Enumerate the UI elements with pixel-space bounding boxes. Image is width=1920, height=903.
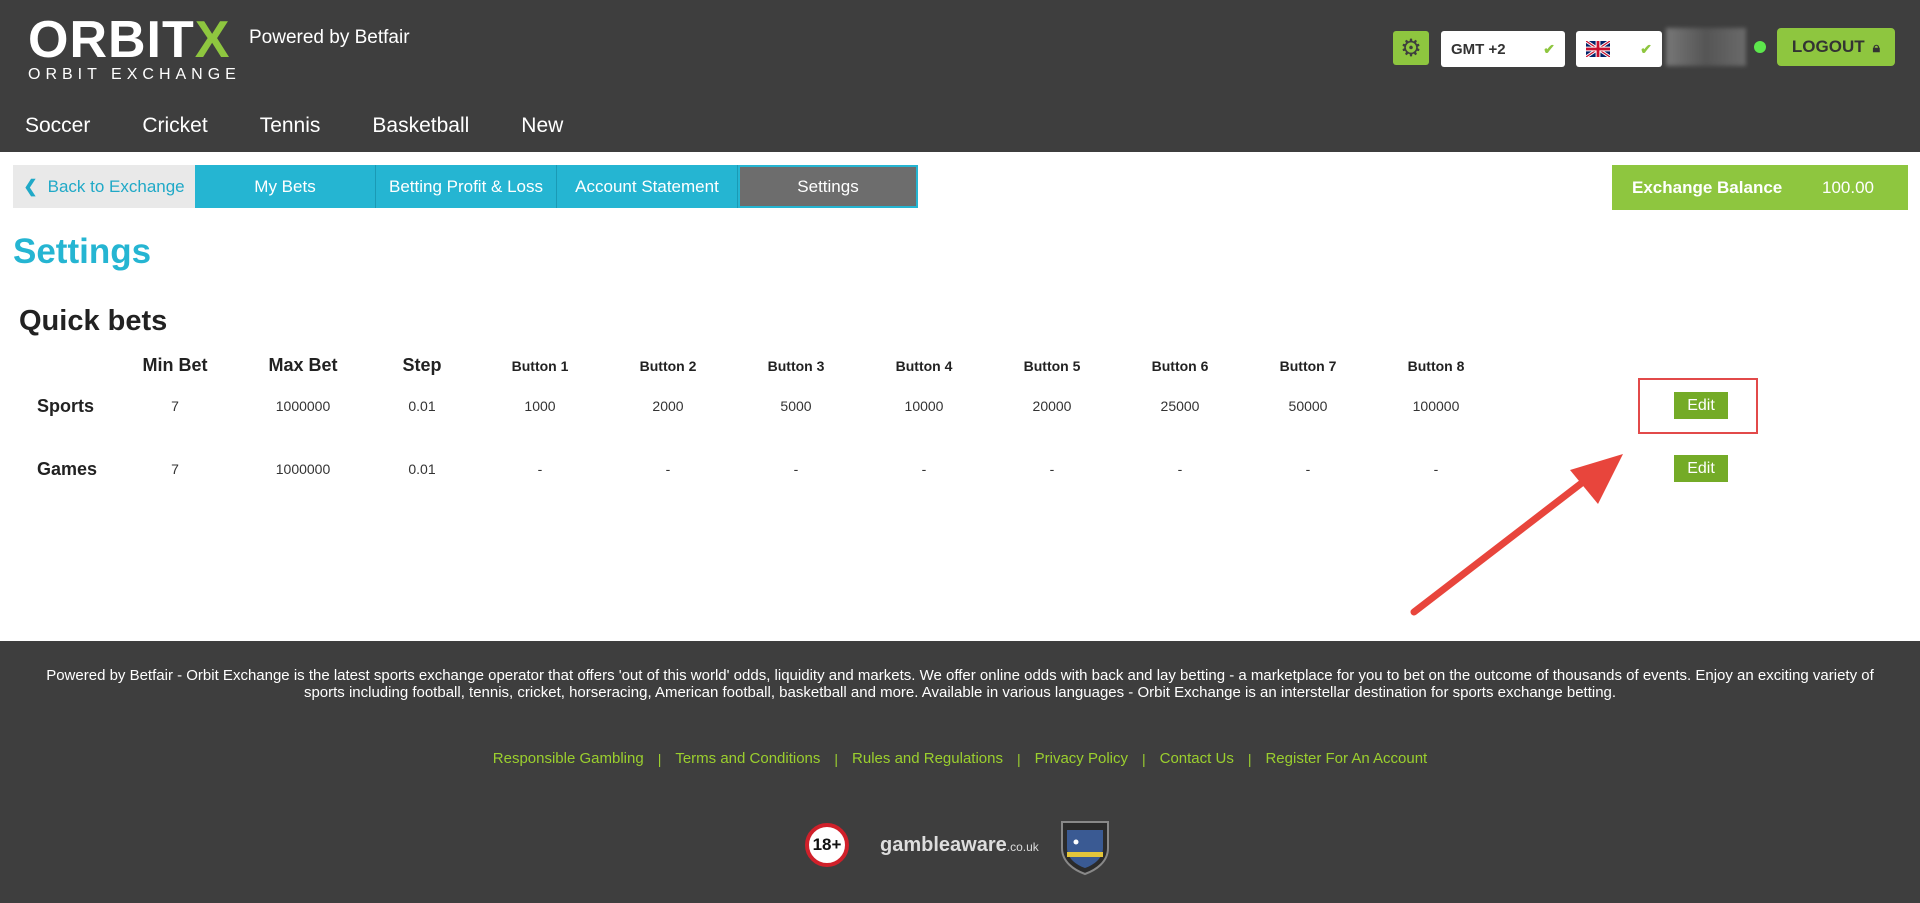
logout-button[interactable]: LOGOUT 🔒︎ xyxy=(1777,28,1895,66)
row-label-games: Games xyxy=(37,459,98,479)
online-status-dot xyxy=(1754,41,1766,53)
orbitx-logo[interactable]: ORBITX ORBIT EXCHANGE Powered by Betfair xyxy=(28,14,410,85)
table-cell: 7 xyxy=(171,398,179,414)
col-header-step: Step xyxy=(402,355,442,375)
table-cell: - xyxy=(921,461,927,477)
col-header-button-5: Button 5 xyxy=(1023,358,1081,374)
table-cell: 1000 xyxy=(524,398,556,414)
col-header-button-4: Button 4 xyxy=(895,358,953,374)
col-header-min-bet: Min Bet xyxy=(142,355,208,375)
gambleaware-logo[interactable]: gambleaware.co.uk xyxy=(880,834,1039,857)
col-header-button-8: Button 8 xyxy=(1407,358,1465,374)
footer-link-register[interactable]: Register For An Account xyxy=(1265,750,1427,767)
table-cell: - xyxy=(537,461,543,477)
nav-item-basketball[interactable]: Basketball xyxy=(346,108,495,144)
footer-links: Responsible Gambling | Terms and Conditi… xyxy=(0,750,1920,767)
sports-nav: Soccer Cricket Tennis Basketball New xyxy=(0,108,589,144)
table-cell: 20000 xyxy=(1032,398,1072,414)
highlight-box xyxy=(1638,378,1758,434)
nav-item-new[interactable]: New xyxy=(495,108,589,144)
balance-value: 100.00 xyxy=(1822,177,1874,197)
footer-text: Powered by Betfair - Orbit Exchange is t… xyxy=(46,667,1874,701)
age-18-badge-icon: 18+ xyxy=(805,823,849,867)
section-title: Quick bets xyxy=(19,305,168,337)
tab-my-bets[interactable]: My Bets xyxy=(195,165,376,208)
separator: | xyxy=(1247,750,1252,767)
powered-by: Powered by Betfair xyxy=(249,27,410,48)
edit-games-button[interactable]: Edit xyxy=(1674,455,1728,482)
header: ORBITX ORBIT EXCHANGE Powered by Betfair… xyxy=(0,0,1920,152)
back-label: Back to Exchange xyxy=(47,176,185,196)
tab-settings[interactable]: Settings xyxy=(738,165,918,208)
tab-betting-profit-loss[interactable]: Betting Profit & Loss xyxy=(376,165,557,208)
footer-link-rules[interactable]: Rules and Regulations xyxy=(852,750,1003,767)
logout-label: LOGOUT xyxy=(1791,37,1865,56)
separator: | xyxy=(657,750,662,767)
account-tabs: ❮ Back to Exchange My Bets Betting Profi… xyxy=(13,165,918,208)
table-cell: 1000000 xyxy=(275,398,331,414)
col-header-button-7: Button 7 xyxy=(1279,358,1337,374)
footer: Powered by Betfair - Orbit Exchange is t… xyxy=(0,641,1920,903)
logo-main: ORBIT xyxy=(28,11,195,69)
footer-link-contact[interactable]: Contact Us xyxy=(1160,750,1234,767)
logo-x: X xyxy=(194,11,231,69)
tab-account-statement[interactable]: Account Statement xyxy=(557,165,738,208)
nav-item-soccer[interactable]: Soccer xyxy=(0,108,116,144)
table-cell: 2000 xyxy=(652,398,684,414)
col-header-max-bet: Max Bet xyxy=(268,355,338,375)
language-select[interactable]: ✔ xyxy=(1576,31,1662,67)
gambleaware-tld: .co.uk xyxy=(1006,840,1039,854)
row-label-sports: Sports xyxy=(37,396,95,416)
col-header-button-3: Button 3 xyxy=(767,358,825,374)
table-cell: 10000 xyxy=(904,398,944,414)
timezone-value: GMT +2 xyxy=(1451,40,1506,58)
col-header-button-1: Button 1 xyxy=(511,358,569,374)
table-cell: - xyxy=(1305,461,1311,477)
back-to-exchange-button[interactable]: ❮ Back to Exchange xyxy=(13,165,195,208)
footer-link-privacy[interactable]: Privacy Policy xyxy=(1035,750,1128,767)
separator: | xyxy=(1016,750,1021,767)
table-cell: - xyxy=(1049,461,1055,477)
uk-flag-icon xyxy=(1586,41,1610,57)
chevron-down-icon: ✔ xyxy=(1640,40,1652,57)
annotation-arrow xyxy=(1410,454,1623,616)
table-cell: 100000 xyxy=(1412,398,1460,414)
separator: | xyxy=(834,750,839,767)
col-header-button-6: Button 6 xyxy=(1151,358,1209,374)
lock-icon: 🔒︎ xyxy=(1872,38,1881,55)
footer-link-terms[interactable]: Terms and Conditions xyxy=(675,750,820,767)
exchange-balance: Exchange Balance 100.00 xyxy=(1612,165,1908,210)
page-title: Settings xyxy=(13,232,152,271)
balance-label: Exchange Balance xyxy=(1632,177,1783,197)
chevron-down-icon: ✔ xyxy=(1543,40,1555,57)
table-cell: 0.01 xyxy=(408,398,436,414)
timezone-select[interactable]: GMT +2 ✔ xyxy=(1441,31,1565,67)
settings-gear-icon[interactable]: ⚙ xyxy=(1393,31,1429,65)
table-cell: 0.01 xyxy=(408,461,436,477)
table-cell: 50000 xyxy=(1288,398,1328,414)
nav-item-tennis[interactable]: Tennis xyxy=(234,108,347,144)
username-redacted xyxy=(1666,28,1746,66)
table-cell: - xyxy=(1177,461,1183,477)
table-cell: 5000 xyxy=(780,398,812,414)
nav-item-cricket[interactable]: Cricket xyxy=(116,108,233,144)
curacao-gaming-shield-icon[interactable] xyxy=(1058,818,1112,876)
table-cell: 25000 xyxy=(1160,398,1200,414)
separator: | xyxy=(1141,750,1146,767)
footer-link-responsible-gambling[interactable]: Responsible Gambling xyxy=(493,750,644,767)
logo-subtitle: ORBIT EXCHANGE xyxy=(28,66,241,83)
table-cell: 1000000 xyxy=(275,461,331,477)
gambleaware-text: gambleaware xyxy=(880,834,1007,856)
chevron-left-icon: ❮ xyxy=(23,176,38,196)
table-cell: - xyxy=(793,461,799,477)
table-cell: 7 xyxy=(171,461,179,477)
col-header-button-2: Button 2 xyxy=(639,358,697,374)
table-cell: - xyxy=(665,461,671,477)
